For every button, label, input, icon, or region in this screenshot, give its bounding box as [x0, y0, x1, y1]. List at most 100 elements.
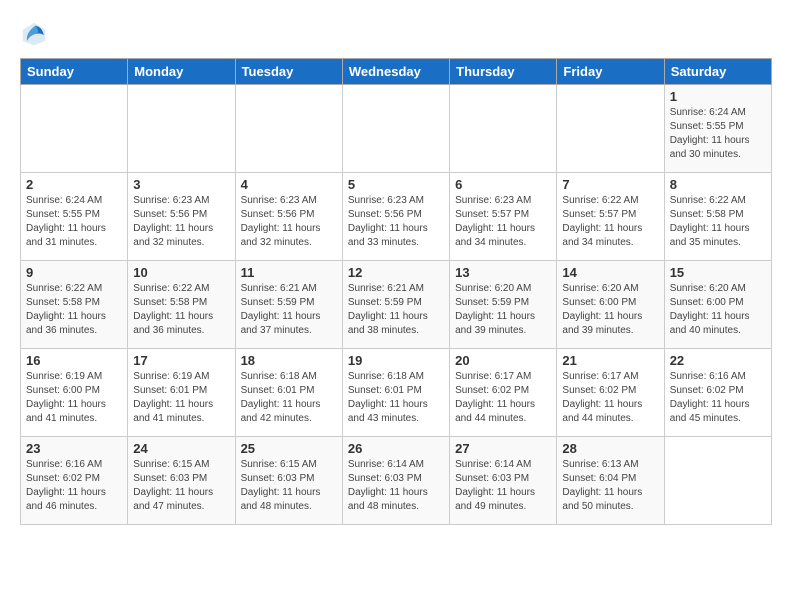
calendar-cell: 21 Sunrise: 6:17 AM Sunset: 6:02 PM Dayli…: [557, 349, 664, 437]
header-sunday: Sunday: [21, 59, 128, 85]
calendar-cell: 13 Sunrise: 6:20 AM Sunset: 5:59 PM Dayli…: [450, 261, 557, 349]
day-number: 16: [26, 353, 122, 368]
week-row-0: 1 Sunrise: 6:24 AM Sunset: 5:55 PM Daylig…: [21, 85, 772, 173]
calendar-cell: 20 Sunrise: 6:17 AM Sunset: 6:02 PM Dayli…: [450, 349, 557, 437]
calendar-cell: 6 Sunrise: 6:23 AM Sunset: 5:57 PM Daylig…: [450, 173, 557, 261]
day-info: Sunrise: 6:23 AM Sunset: 5:56 PM Dayligh…: [241, 194, 337, 250]
header-wednesday: Wednesday: [342, 59, 449, 85]
day-number: 24: [133, 441, 229, 456]
day-info: Sunrise: 6:20 AM Sunset: 6:00 PM Dayligh…: [670, 282, 766, 338]
day-number: 9: [26, 265, 122, 280]
day-number: 22: [670, 353, 766, 368]
day-number: 2: [26, 177, 122, 192]
day-number: 12: [348, 265, 444, 280]
calendar-cell: 24 Sunrise: 6:15 AM Sunset: 6:03 PM Dayli…: [128, 437, 235, 525]
day-number: 13: [455, 265, 551, 280]
day-info: Sunrise: 6:19 AM Sunset: 6:00 PM Dayligh…: [26, 370, 122, 426]
day-info: Sunrise: 6:21 AM Sunset: 5:59 PM Dayligh…: [241, 282, 337, 338]
day-info: Sunrise: 6:17 AM Sunset: 6:02 PM Dayligh…: [455, 370, 551, 426]
day-number: 14: [562, 265, 658, 280]
calendar-cell: 15Sunrise: 6:20 AM Sunset: 6:00 PM Dayli…: [664, 261, 771, 349]
day-number: 21: [562, 353, 658, 368]
week-row-2: 9 Sunrise: 6:22 AM Sunset: 5:58 PM Daylig…: [21, 261, 772, 349]
calendar-cell: 12 Sunrise: 6:21 AM Sunset: 5:59 PM Dayli…: [342, 261, 449, 349]
day-info: Sunrise: 6:22 AM Sunset: 5:58 PM Dayligh…: [26, 282, 122, 338]
day-info: Sunrise: 6:15 AM Sunset: 6:03 PM Dayligh…: [133, 458, 229, 514]
week-row-1: 2Sunrise: 6:24 AM Sunset: 5:55 PM Daylig…: [21, 173, 772, 261]
day-info: Sunrise: 6:20 AM Sunset: 5:59 PM Dayligh…: [455, 282, 551, 338]
header-saturday: Saturday: [664, 59, 771, 85]
calendar-header-row: SundayMondayTuesdayWednesdayThursdayFrid…: [21, 59, 772, 85]
day-number: 19: [348, 353, 444, 368]
calendar-cell: [342, 85, 449, 173]
day-info: Sunrise: 6:22 AM Sunset: 5:57 PM Dayligh…: [562, 194, 658, 250]
day-info: Sunrise: 6:23 AM Sunset: 5:57 PM Dayligh…: [455, 194, 551, 250]
calendar-cell: 10 Sunrise: 6:22 AM Sunset: 5:58 PM Dayli…: [128, 261, 235, 349]
calendar-cell: 8 Sunrise: 6:22 AM Sunset: 5:58 PM Daylig…: [664, 173, 771, 261]
day-info: Sunrise: 6:14 AM Sunset: 6:03 PM Dayligh…: [348, 458, 444, 514]
day-info: Sunrise: 6:20 AM Sunset: 6:00 PM Dayligh…: [562, 282, 658, 338]
calendar-cell: 23 Sunrise: 6:16 AM Sunset: 6:02 PM Dayli…: [21, 437, 128, 525]
day-number: 25: [241, 441, 337, 456]
calendar-cell: 14 Sunrise: 6:20 AM Sunset: 6:00 PM Dayli…: [557, 261, 664, 349]
day-number: 6: [455, 177, 551, 192]
week-row-3: 16 Sunrise: 6:19 AM Sunset: 6:00 PM Dayli…: [21, 349, 772, 437]
day-number: 26: [348, 441, 444, 456]
calendar-cell: [21, 85, 128, 173]
calendar-cell: 17 Sunrise: 6:19 AM Sunset: 6:01 PM Dayli…: [128, 349, 235, 437]
calendar-cell: 11Sunrise: 6:21 AM Sunset: 5:59 PM Dayli…: [235, 261, 342, 349]
day-info: Sunrise: 6:21 AM Sunset: 5:59 PM Dayligh…: [348, 282, 444, 338]
calendar-cell: 26 Sunrise: 6:14 AM Sunset: 6:03 PM Dayli…: [342, 437, 449, 525]
day-info: Sunrise: 6:15 AM Sunset: 6:03 PM Dayligh…: [241, 458, 337, 514]
day-number: 7: [562, 177, 658, 192]
day-info: Sunrise: 6:16 AM Sunset: 6:02 PM Dayligh…: [670, 370, 766, 426]
calendar-cell: 18 Sunrise: 6:18 AM Sunset: 6:01 PM Dayli…: [235, 349, 342, 437]
calendar-table: SundayMondayTuesdayWednesdayThursdayFrid…: [20, 58, 772, 525]
day-info: Sunrise: 6:22 AM Sunset: 5:58 PM Dayligh…: [670, 194, 766, 250]
calendar-cell: 1 Sunrise: 6:24 AM Sunset: 5:55 PM Daylig…: [664, 85, 771, 173]
day-number: 8: [670, 177, 766, 192]
day-info: Sunrise: 6:22 AM Sunset: 5:58 PM Dayligh…: [133, 282, 229, 338]
calendar-cell: [664, 437, 771, 525]
day-info: Sunrise: 6:24 AM Sunset: 5:55 PM Dayligh…: [670, 106, 766, 162]
calendar-cell: [128, 85, 235, 173]
day-info: Sunrise: 6:19 AM Sunset: 6:01 PM Dayligh…: [133, 370, 229, 426]
logo-icon: [20, 20, 48, 48]
logo: [20, 20, 54, 48]
day-number: 17: [133, 353, 229, 368]
day-number: 10: [133, 265, 229, 280]
day-number: 27: [455, 441, 551, 456]
header-thursday: Thursday: [450, 59, 557, 85]
day-info: Sunrise: 6:18 AM Sunset: 6:01 PM Dayligh…: [348, 370, 444, 426]
day-info: Sunrise: 6:13 AM Sunset: 6:04 PM Dayligh…: [562, 458, 658, 514]
calendar-cell: 28 Sunrise: 6:13 AM Sunset: 6:04 PM Dayli…: [557, 437, 664, 525]
calendar-cell: [235, 85, 342, 173]
day-info: Sunrise: 6:16 AM Sunset: 6:02 PM Dayligh…: [26, 458, 122, 514]
page-header: [20, 20, 772, 48]
day-info: Sunrise: 6:18 AM Sunset: 6:01 PM Dayligh…: [241, 370, 337, 426]
calendar-cell: 16 Sunrise: 6:19 AM Sunset: 6:00 PM Dayli…: [21, 349, 128, 437]
day-number: 23: [26, 441, 122, 456]
week-row-4: 23 Sunrise: 6:16 AM Sunset: 6:02 PM Dayli…: [21, 437, 772, 525]
header-friday: Friday: [557, 59, 664, 85]
calendar-cell: 19 Sunrise: 6:18 AM Sunset: 6:01 PM Dayli…: [342, 349, 449, 437]
day-number: 18: [241, 353, 337, 368]
day-info: Sunrise: 6:23 AM Sunset: 5:56 PM Dayligh…: [133, 194, 229, 250]
day-number: 28: [562, 441, 658, 456]
day-number: 5: [348, 177, 444, 192]
calendar-cell: 2Sunrise: 6:24 AM Sunset: 5:55 PM Daylig…: [21, 173, 128, 261]
day-number: 20: [455, 353, 551, 368]
day-info: Sunrise: 6:23 AM Sunset: 5:56 PM Dayligh…: [348, 194, 444, 250]
calendar-cell: 25 Sunrise: 6:15 AM Sunset: 6:03 PM Dayli…: [235, 437, 342, 525]
day-number: 1: [670, 89, 766, 104]
calendar-cell: 9 Sunrise: 6:22 AM Sunset: 5:58 PM Daylig…: [21, 261, 128, 349]
calendar-cell: 3Sunrise: 6:23 AM Sunset: 5:56 PM Daylig…: [128, 173, 235, 261]
day-number: 4: [241, 177, 337, 192]
calendar-cell: 5 Sunrise: 6:23 AM Sunset: 5:56 PM Daylig…: [342, 173, 449, 261]
day-info: Sunrise: 6:17 AM Sunset: 6:02 PM Dayligh…: [562, 370, 658, 426]
calendar-cell: 7 Sunrise: 6:22 AM Sunset: 5:57 PM Daylig…: [557, 173, 664, 261]
calendar-cell: 4 Sunrise: 6:23 AM Sunset: 5:56 PM Daylig…: [235, 173, 342, 261]
calendar-cell: [450, 85, 557, 173]
header-monday: Monday: [128, 59, 235, 85]
calendar-cell: 22 Sunrise: 6:16 AM Sunset: 6:02 PM Dayli…: [664, 349, 771, 437]
